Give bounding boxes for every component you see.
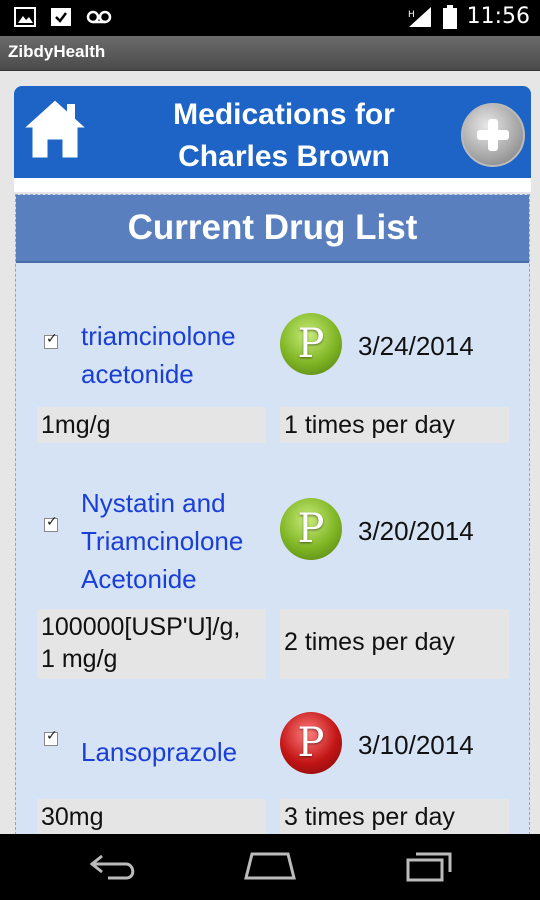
prescription-badge-icon[interactable]: P — [280, 712, 342, 774]
drug-dose: 30mg — [37, 799, 266, 839]
prescription-badge-icon[interactable]: P — [280, 313, 342, 375]
drug-dose: 100000[USP'U]/g, 1 mg/g — [37, 609, 266, 679]
drug-name-line: acetonide — [81, 359, 194, 389]
drug-name-line: Triamcinolone — [81, 526, 244, 556]
notification-icons — [14, 7, 112, 27]
recent-apps-icon[interactable] — [404, 850, 456, 882]
battery-icon — [442, 4, 457, 29]
app-title-bar: ZibdyHealth — [0, 36, 540, 71]
page-title-line1: Medications for — [173, 98, 395, 131]
dose-line: 1mg/g — [41, 411, 111, 439]
drug-list-panel[interactable]: Current Drug List triamcinolone acetonid… — [15, 194, 530, 845]
voicemail-icon — [86, 10, 112, 24]
drug-dose: 1mg/g — [37, 407, 266, 443]
drug-name-line: triamcinolone — [81, 321, 236, 351]
back-icon[interactable] — [88, 850, 140, 882]
image-icon — [14, 7, 36, 27]
dose-line: 1 mg/g — [41, 645, 118, 673]
drug-frequency: 1 times per day — [280, 407, 509, 443]
drug-name-line: Lansoprazole — [81, 737, 238, 767]
dose-line: 100000[USP'U]/g, — [41, 613, 241, 641]
drug-name-link[interactable]: Nystatin and Triamcinolone Acetonide — [81, 484, 243, 598]
drug-checkbox[interactable] — [44, 331, 58, 349]
status-bar: H 11:56 — [0, 0, 540, 36]
nav-home-icon[interactable] — [242, 850, 298, 882]
drug-name-line: Acetonide — [81, 564, 197, 594]
section-title: Current Drug List — [16, 195, 529, 263]
page-title-line2: Charles Brown — [178, 140, 390, 173]
check-icon — [51, 8, 71, 26]
header-divider — [14, 178, 531, 192]
drug-name-link[interactable]: Lansoprazole — [81, 733, 237, 771]
drug-name-line: Nystatin and — [81, 488, 226, 518]
medications-header: Medications for Charles Brown — [14, 86, 531, 178]
home-icon[interactable] — [22, 96, 88, 162]
svg-text:H: H — [408, 10, 415, 20]
app-title: ZibdyHealth — [8, 42, 106, 61]
drug-name-link[interactable]: triamcinolone acetonide — [81, 317, 236, 393]
dose-line: 30mg — [41, 803, 104, 831]
drug-date: 3/20/2014 — [358, 516, 474, 546]
page-title: Medications for Charles Brown — [104, 94, 464, 178]
drug-frequency: 3 times per day — [280, 799, 509, 839]
clock: 11:56 — [466, 4, 530, 29]
drug-date: 3/24/2014 — [358, 331, 474, 361]
drug-frequency: 2 times per day — [280, 609, 509, 679]
add-icon[interactable] — [461, 103, 525, 167]
navigation-bar — [0, 834, 540, 900]
system-icons: H 11:56 — [407, 4, 530, 29]
drug-checkbox[interactable] — [44, 728, 58, 746]
drug-date: 3/10/2014 — [358, 730, 474, 760]
drug-checkbox[interactable] — [44, 514, 58, 532]
signal-icon: H — [408, 6, 431, 27]
prescription-badge-icon[interactable]: P — [280, 498, 342, 560]
